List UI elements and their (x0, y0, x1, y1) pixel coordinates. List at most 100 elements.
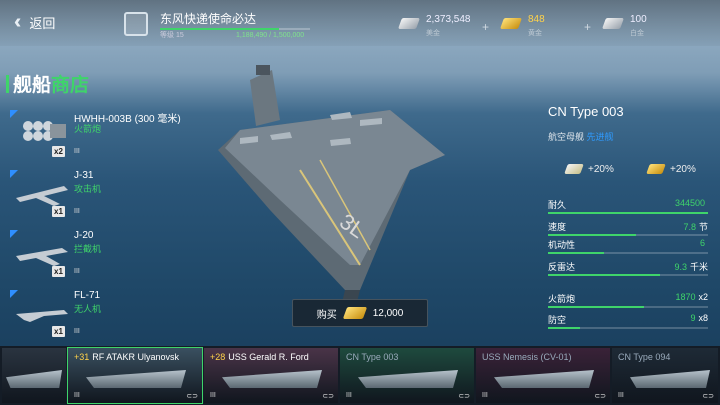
shop-item[interactable]: FL-71 无人机 x1 III (10, 290, 200, 346)
jet-icon (16, 248, 68, 266)
add-cash-icon[interactable]: + (482, 20, 489, 34)
shop-item[interactable]: J-31 攻击机 x1 III (10, 170, 200, 226)
platinum-icon (601, 18, 625, 29)
stat-label: 反雷达 (548, 262, 576, 272)
item-quantity: x2 (52, 146, 65, 157)
stat-air-defense: 防空 9 x8 (548, 313, 708, 333)
shop-item[interactable]: J-20 拦截机 x1 III (10, 230, 200, 286)
ship-card[interactable] (2, 348, 66, 403)
platinum-value: 100 (630, 14, 647, 25)
cash-bonus-icon (564, 164, 584, 174)
ship-name: CN Type 003 (548, 104, 624, 119)
buy-label: 购买 (316, 309, 337, 321)
shop-title: 舰船商店 (6, 70, 89, 97)
item-tier: III (74, 328, 80, 335)
item-name: FL-71 (74, 290, 101, 301)
gold-bonus: +20% (646, 160, 718, 182)
link-icon: ⊂⊃ (186, 393, 198, 400)
gold-icon (499, 18, 523, 29)
platinum-label: 白金 (630, 30, 644, 37)
mission-panel[interactable]: 东风快递使命必达 等级 15 1,188,490 / 1,500,000 (124, 10, 314, 44)
stat-value: 1870 x2 (675, 292, 708, 302)
resource-platinum: 100 白金 (601, 12, 684, 42)
stat-value: 6 (699, 238, 705, 248)
ship-card-name: +31 RF ATAKR Ulyanovsk (74, 352, 179, 362)
shop-title-white: 舰船 (13, 75, 52, 96)
stat-label: 防空 (548, 315, 567, 325)
gold-bonus-icon (646, 164, 666, 174)
stat-durability: 耐久 344500 (548, 198, 708, 218)
stat-bar (548, 306, 708, 308)
drone-icon (16, 310, 68, 322)
ship-card-tier: III (346, 392, 352, 399)
resource-cash: 2,373,548 美金 (397, 12, 480, 42)
ship-card-name: CN Type 094 (618, 352, 671, 362)
item-type: 无人机 (74, 304, 102, 314)
title-accent-bar (6, 75, 9, 93)
ship-card[interactable]: CN Type 003 III ⊂⊃ (340, 348, 474, 403)
ship-card[interactable]: +28 USS Gerald R. Ford III ⊂⊃ (204, 348, 338, 403)
gold-value: 848 (528, 14, 545, 25)
stat-label: 火箭炮 (548, 294, 576, 304)
stat-speed: 速度 7.8 节 (548, 220, 708, 240)
add-gold-icon[interactable]: + (584, 20, 591, 34)
ship-card-tier: III (482, 392, 488, 399)
jet-icon (16, 186, 68, 206)
item-quantity: x1 (52, 206, 65, 217)
stat-bar (548, 327, 708, 329)
ship-card[interactable]: USS Nemesis (CV-01) III ⊂⊃ (476, 348, 610, 403)
gold-bonus-value: +20% (670, 164, 696, 175)
stat-label: 机动性 (548, 240, 576, 250)
stat-bar (548, 234, 708, 236)
link-icon: ⊂⊃ (322, 393, 334, 400)
back-button[interactable]: ‹‹ 返回 (14, 10, 94, 34)
ship-type: 航空母舰 先进舰 (548, 130, 614, 143)
mission-progress-text: 1,188,490 / 1,500,000 (236, 32, 305, 39)
ship-thumbnail (630, 370, 710, 388)
item-name: J-31 (74, 170, 94, 181)
item-tier: III (74, 208, 80, 215)
rocket-launcher-icon (23, 121, 66, 141)
item-tier: III (74, 268, 80, 275)
back-label: 返回 (29, 15, 56, 31)
gold-icon (342, 307, 367, 319)
buy-button[interactable]: 购买 12,000 (292, 299, 428, 327)
stat-rocket: 火箭炮 1870 x2 (548, 292, 708, 312)
cash-label: 美金 (426, 30, 440, 37)
ship-card[interactable]: +31 RF ATAKR Ulyanovsk III ⊂⊃ (67, 347, 203, 404)
resource-gold: 848 黄金 (499, 12, 572, 42)
stat-value: 7.8 节 (683, 222, 708, 232)
stat-label: 耐久 (548, 200, 567, 210)
mission-icon (124, 12, 148, 36)
stat-value: 344500 (674, 198, 705, 208)
stat-anti-radar: 反雷达 9.3 千米 (548, 260, 708, 280)
ship-card-name: CN Type 003 (346, 352, 399, 362)
cash-icon (397, 18, 421, 29)
link-icon: ⊂⊃ (702, 393, 714, 400)
item-type: 拦截机 (74, 244, 102, 254)
link-icon: ⊂⊃ (594, 393, 606, 400)
ship-thumbnail (358, 370, 458, 388)
cash-bonus-value: +20% (588, 164, 614, 175)
ship-class: 航空母舰 (548, 132, 585, 142)
ship-rank: 先进舰 (586, 132, 614, 142)
ship-card-tier: III (618, 392, 624, 399)
stat-bar (548, 252, 708, 254)
item-type: 火箭炮 (74, 124, 102, 134)
ship-card-tier: III (210, 392, 216, 399)
aircraft-carrier-model: 3L (218, 65, 445, 300)
item-tier: III (74, 148, 80, 155)
ship-card-name: +28 USS Gerald R. Ford (210, 352, 309, 362)
double-chevron-left-icon: ‹‹ (14, 10, 23, 33)
cash-value: 2,373,548 (426, 14, 471, 25)
shop-title-green: 商店 (51, 75, 90, 96)
ship-thumbnail (494, 370, 594, 388)
ship-card-name: USS Nemesis (CV-01) (482, 352, 572, 362)
mission-level: 等级 15 (160, 32, 184, 39)
stat-maneuverability: 机动性 6 (548, 238, 708, 258)
shop-item[interactable]: HWHH-003B (300 毫米) 火箭炮 x2 III (10, 110, 200, 166)
cash-bonus: +20% (564, 160, 636, 182)
item-quantity: x1 (52, 266, 65, 277)
ship-card[interactable]: CN Type 094 III ⊂⊃ (612, 348, 718, 403)
item-name: J-20 (74, 230, 94, 241)
